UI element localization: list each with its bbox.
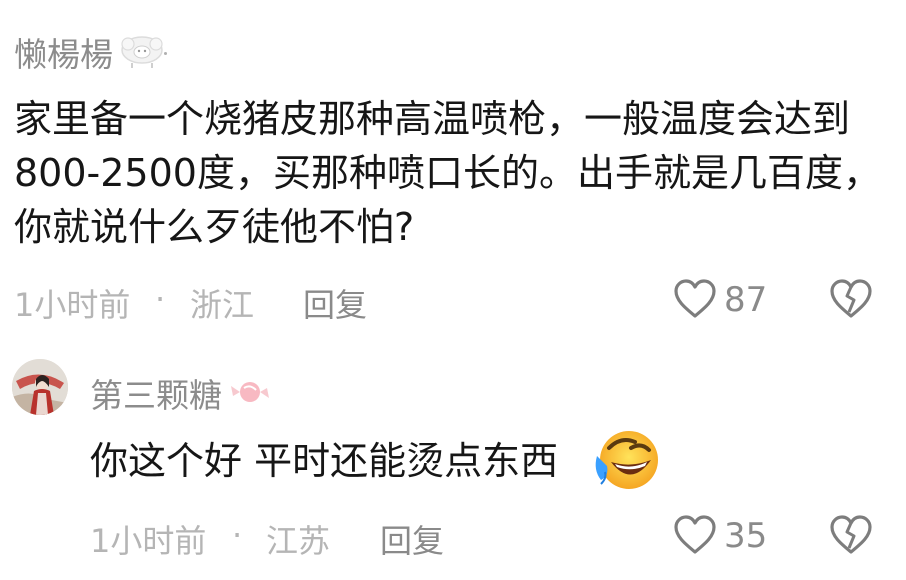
heart-outline-icon[interactable] [672,514,718,556]
like-count: 35 [724,516,768,556]
rofl-emoji-icon [595,431,658,489]
comment-location: 江苏 [266,522,331,560]
meta-separator: · [232,516,243,554]
comment-username[interactable]: 懒楊楊 [14,28,113,76]
comment-time: 1小时前 [14,286,131,324]
avatar-image [12,359,68,415]
comment-location: 浙江 [190,286,255,324]
heart-outline-icon[interactable] [672,278,718,320]
reply-button[interactable]: 回复 [380,516,444,562]
comment-text: 你这个好 平时还能烫点东西 [90,439,559,483]
comment-time: 1小时前 [90,522,207,560]
broken-heart-icon[interactable] [828,514,874,556]
reply-button[interactable]: 回复 [303,280,367,326]
username-dot [164,52,167,55]
like-count: 87 [724,280,768,320]
candy-emoji-icon [231,382,269,402]
comment-username[interactable]: 第三颗糖 [90,369,222,417]
meta-separator: · [155,280,166,318]
comment-text: 家里备一个烧猪皮那种高温喷枪，一般温度会达到800-2500度，买那种喷口长的。… [14,97,881,249]
broken-heart-icon[interactable] [828,278,874,320]
sheep-emoji-icon [121,36,163,68]
avatar[interactable] [12,359,68,415]
